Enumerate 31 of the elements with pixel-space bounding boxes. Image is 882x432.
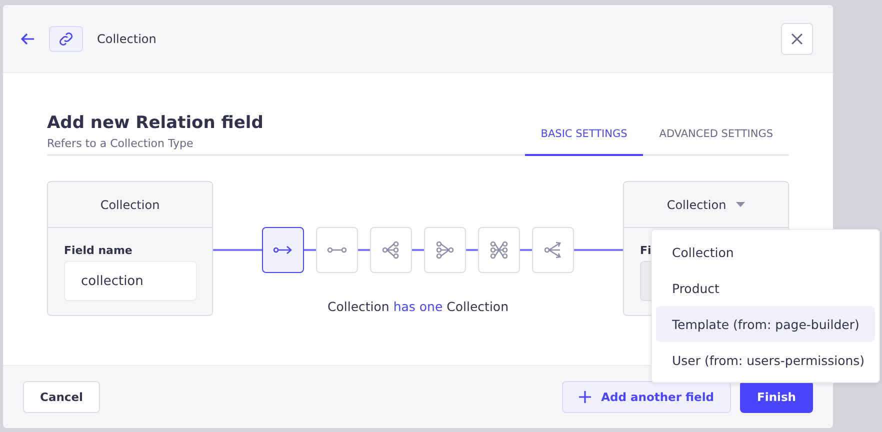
merge-icon — [436, 241, 454, 259]
back-arrow-icon[interactable] — [21, 32, 35, 44]
field-label: Field name — [64, 244, 132, 257]
field-name-input[interactable]: collection — [64, 261, 197, 301]
close-icon — [791, 32, 803, 44]
settings-tab[interactable]: BASIC SETTINGS — [524, 128, 644, 156]
two-circles-icon — [327, 245, 347, 255]
relation-sentence: Collection has one Collection — [326, 299, 510, 314]
circle-arrow-icon — [273, 245, 293, 255]
settings-tab[interactable]: ADVANCED SETTINGS — [643, 128, 789, 156]
network-icon — [490, 241, 508, 259]
card-title: Collection — [100, 198, 160, 212]
subheading: Refers to a Collection Type — [47, 137, 194, 150]
split-arrows-icon — [544, 241, 562, 259]
caret-icon — [736, 202, 746, 207]
branch-icon — [382, 241, 400, 259]
dropdown-option[interactable]: Collection — [656, 234, 875, 270]
close-button[interactable] — [781, 22, 813, 54]
dropdown-option[interactable]: Template (from: page-builder) — [656, 306, 875, 342]
field-label: Fi — [640, 244, 652, 257]
dropdown-option[interactable]: Product — [656, 270, 875, 306]
modal-title: Collection — [97, 32, 158, 46]
plus-icon — [579, 391, 592, 403]
link-icon — [49, 26, 83, 52]
finish-button[interactable]: Finish — [740, 381, 813, 413]
dropdown-option[interactable]: User (from: users-permissions) — [656, 342, 875, 378]
target-select[interactable]: Collection — [666, 198, 726, 212]
relation-type-button[interactable] — [262, 227, 304, 273]
cancel-button[interactable]: Cancel — [23, 381, 100, 413]
add-field-button[interactable]: Add another field — [562, 381, 732, 413]
heading: Add new Relation field — [47, 113, 264, 133]
